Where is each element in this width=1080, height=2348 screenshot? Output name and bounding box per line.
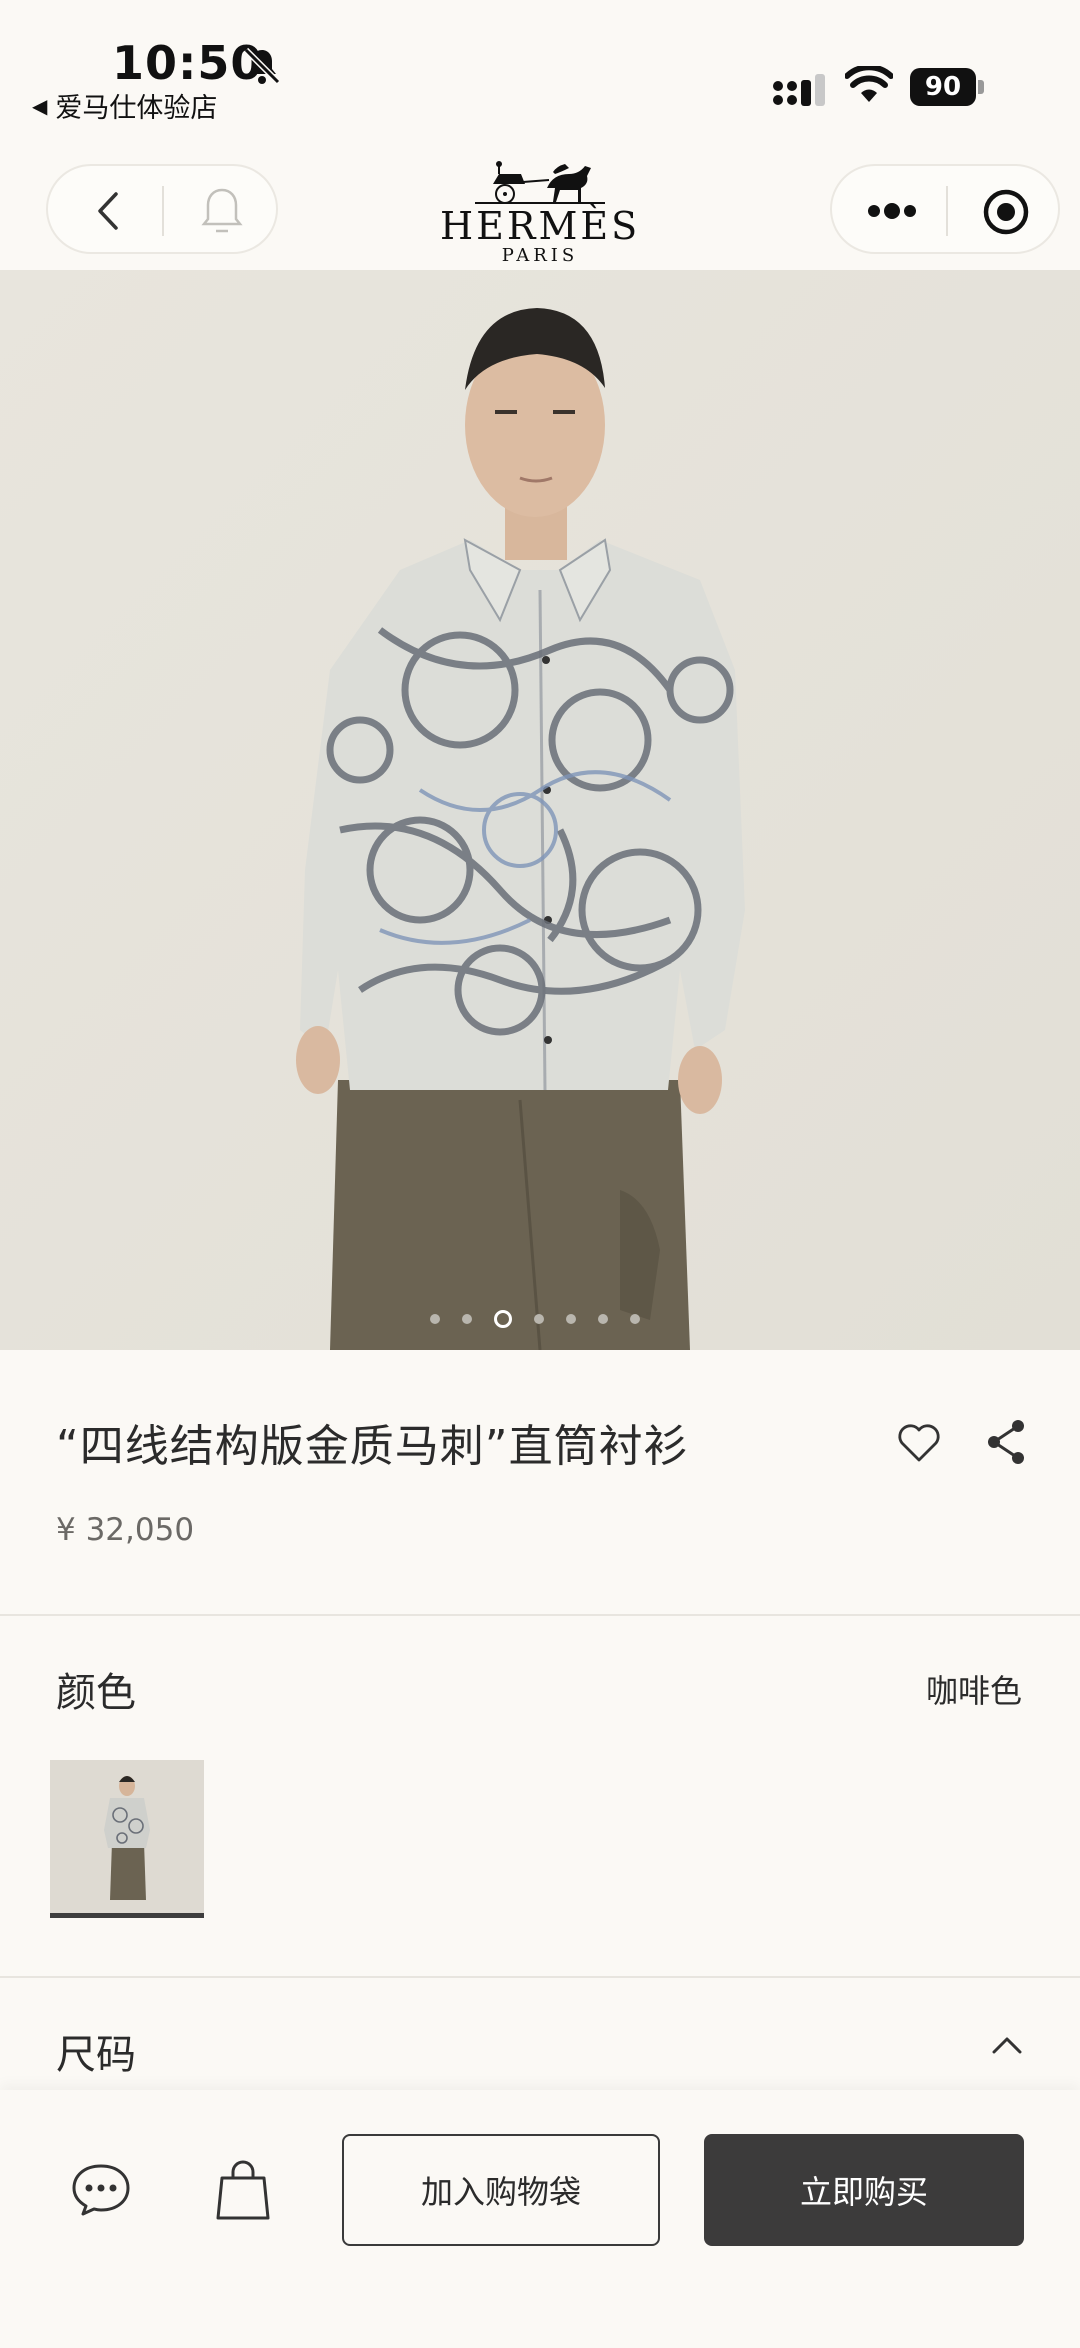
carousel-dot[interactable] xyxy=(534,1314,544,1324)
size-section-label: 尺码 xyxy=(56,2032,136,2078)
product-photo xyxy=(0,270,1080,1350)
color-swatch-thumbnail[interactable] xyxy=(50,1760,204,1918)
product-price: ¥ 32,050 xyxy=(56,1512,195,1548)
add-to-bag-button[interactable]: 加入购物袋 xyxy=(342,2134,660,2246)
battery-level: 90 xyxy=(910,68,976,106)
product-image-carousel[interactable] xyxy=(0,270,1080,1350)
swatch-photo xyxy=(50,1760,204,1913)
back-app-label: 爱马仕体验店 xyxy=(55,93,218,124)
chevron-up-icon[interactable] xyxy=(990,2034,1024,2056)
brand-logo: HERMÈS PARIS xyxy=(440,158,640,268)
divider xyxy=(0,1614,1080,1616)
wifi-icon xyxy=(845,66,893,102)
chat-icon[interactable] xyxy=(70,2160,132,2218)
back-arrow-icon[interactable] xyxy=(84,186,134,236)
bell-icon[interactable] xyxy=(194,182,250,238)
divider xyxy=(0,1976,1080,1978)
close-miniprogram-icon[interactable] xyxy=(978,184,1034,240)
share-icon[interactable] xyxy=(984,1418,1028,1466)
carousel-dot[interactable] xyxy=(430,1314,440,1324)
bell-mute-icon xyxy=(243,47,281,85)
product-title: “四线结构版金质马刺”直筒衬衫 xyxy=(56,1421,689,1472)
battery-indicator: 90 xyxy=(910,68,984,106)
back-to-app-link[interactable]: ◀ 爱马仕体验店 xyxy=(32,86,217,125)
signal-icon xyxy=(773,74,825,106)
buy-now-button[interactable]: 立即购买 xyxy=(704,2134,1024,2246)
horse-carriage-icon xyxy=(475,161,605,204)
selected-color-value: 咖啡色 xyxy=(925,1672,1022,1710)
color-section-label: 颜色 xyxy=(56,1670,136,1716)
brand-name: HERMÈS xyxy=(440,204,641,248)
nav-capsule-right xyxy=(830,164,1060,254)
shopping-bag-icon[interactable] xyxy=(214,2158,272,2222)
nav-capsule-left xyxy=(46,164,278,254)
carousel-dot[interactable] xyxy=(630,1314,640,1324)
page: 10:50 ◀ 爱马仕体验店 90 HERMÈS PARIS “四线结构版金质马… xyxy=(0,0,1080,2348)
brand-city: PARIS xyxy=(501,245,579,266)
carousel-dot[interactable] xyxy=(462,1314,472,1324)
carousel-dot[interactable] xyxy=(598,1314,608,1324)
back-triangle-icon: ◀ xyxy=(32,93,48,118)
carousel-dot[interactable] xyxy=(494,1310,512,1328)
carousel-dot[interactable] xyxy=(566,1314,576,1324)
more-options-icon[interactable] xyxy=(862,186,922,236)
heart-icon[interactable] xyxy=(896,1420,942,1466)
status-bar: 10:50 ◀ 爱马仕体验店 90 xyxy=(0,0,1080,160)
carousel-indicator xyxy=(0,1307,1080,1331)
